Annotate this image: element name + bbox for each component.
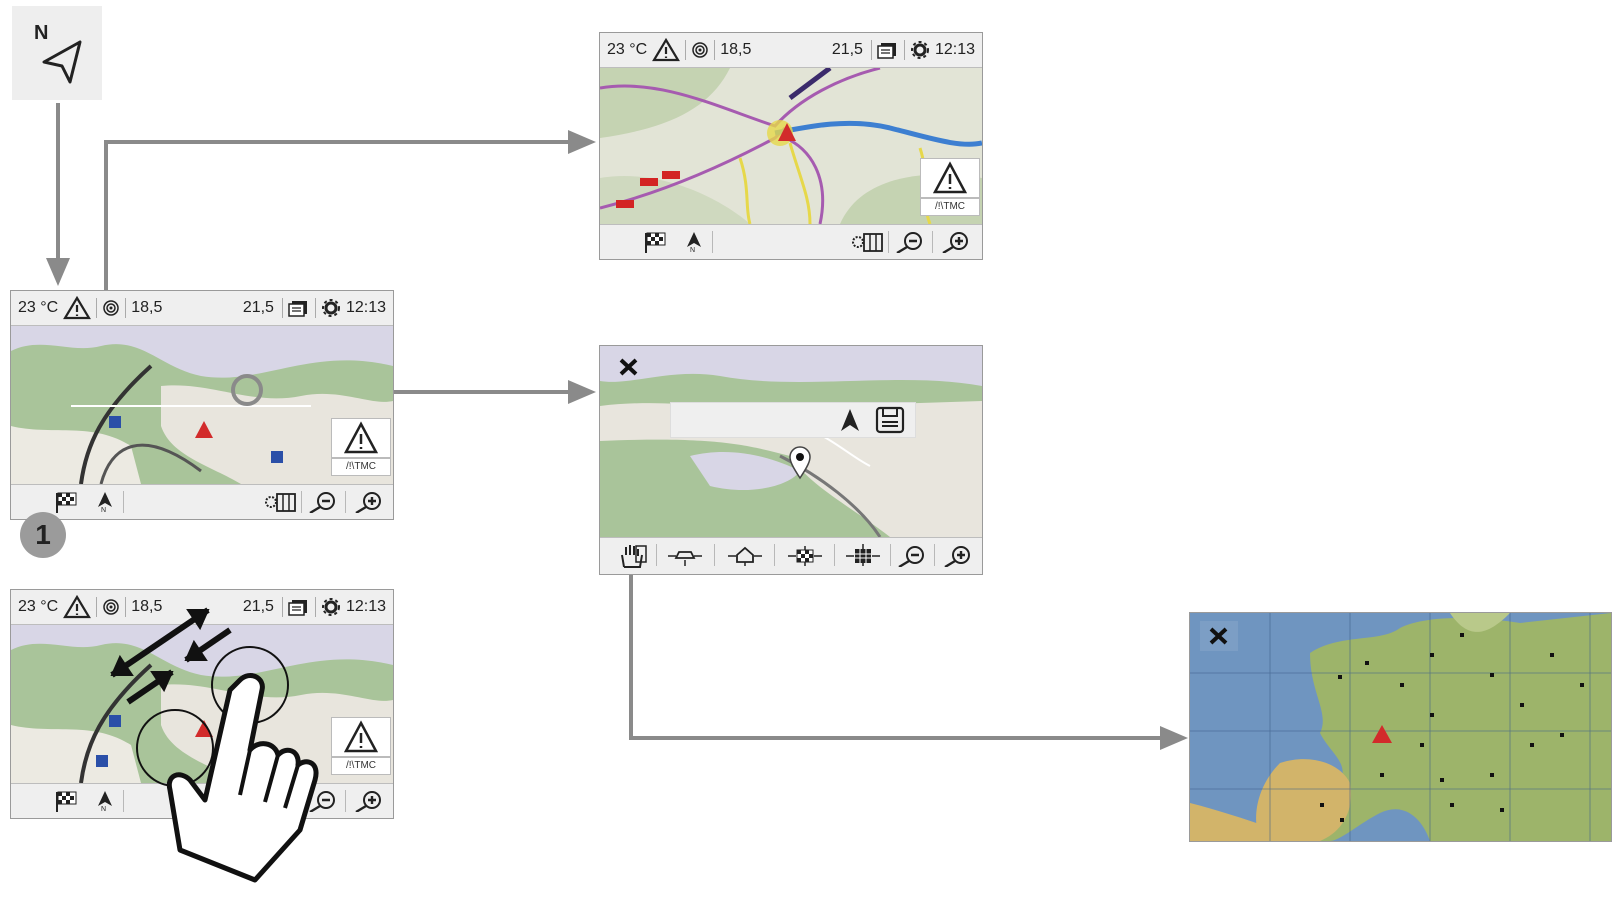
compass-tile[interactable]: N [12,6,102,100]
tmc-label: /!\TMC [920,198,980,216]
map-view[interactable] [600,346,982,538]
checkered-destination-icon[interactable] [786,544,824,566]
clock: 12:13 [934,41,975,58]
zoom-in-icon[interactable] [942,545,974,567]
point-toolbar [600,537,982,574]
zoom-out-icon[interactable] [307,491,339,513]
distance-left: 18,5 [131,299,163,316]
europe-map [1190,613,1611,841]
gps-signal-icon [103,300,119,316]
poi-marker[interactable] [271,451,283,463]
map-graphics [600,346,982,538]
clock: 12:13 [345,299,386,316]
warning-triangle-icon[interactable] [63,296,92,320]
europe-map-screen[interactable] [1189,612,1612,842]
zoom-out-icon[interactable] [894,231,926,253]
settings-gear-icon[interactable] [910,39,932,61]
traffic-warning-button[interactable] [920,158,980,198]
home-icon[interactable] [726,544,764,566]
traffic-warning-button[interactable] [331,418,391,458]
temperature: 23 °C [607,41,648,58]
step-badge-number: 1 [35,519,51,550]
nav-screen-main: 23 °C 18,5 21,5 12:13 /!\TMC N [10,290,394,520]
save-icon[interactable] [875,406,905,434]
settings-gear-icon[interactable] [321,297,343,319]
north-label: N [101,507,107,514]
temperature: 23 °C [18,299,59,316]
distance-left: 18,5 [720,41,752,58]
messages-icon[interactable] [288,299,310,317]
warning-triangle-icon[interactable] [652,38,681,62]
navigate-arrow-icon[interactable] [837,407,863,433]
map-toolbar: N [600,224,982,259]
location-pin-icon[interactable] [788,446,812,480]
nav-screen-point-detail [599,345,983,575]
status-bar: 23 °C 18,5 21,5 12:13 [600,33,982,68]
north-label: N [690,247,696,254]
zoom-in-icon[interactable] [353,491,385,513]
map-settings-icon[interactable] [850,231,884,253]
arrow-detail-to-europe [629,575,1180,740]
compass-north-icon [42,40,82,84]
messages-icon[interactable] [877,41,899,59]
status-bar: 23 °C 18,5 21,5 12:13 [11,291,393,326]
close-icon[interactable] [1204,621,1234,651]
checkered-flag-icon[interactable] [55,491,79,513]
zoom-in-icon[interactable] [940,231,972,253]
close-icon[interactable] [614,352,644,382]
pinch-gesture-illustration [110,607,319,883]
zoom-out-icon[interactable] [896,545,928,567]
warning-triangle-icon[interactable] [63,595,92,619]
hand-pan-icon[interactable] [618,543,648,569]
poi-marker[interactable] [109,416,121,428]
checkered-flag-icon[interactable] [55,790,79,812]
grid-waypoint-icon[interactable] [844,544,882,566]
map-settings-icon[interactable] [263,491,297,513]
distance-right: 21,5 [242,299,274,316]
nav-screen-north-up: 23 °C 18,5 21,5 12:13 /!\TMC N [599,32,983,260]
map-toolbar: N [11,484,393,519]
temperature: 23 °C [18,598,59,615]
warning-triangle-icon [932,161,968,194]
gps-signal-icon [692,42,708,58]
tmc-label: /!\TMC [331,458,391,476]
step-badge: 1 [20,512,66,558]
point-info-bar [670,402,916,438]
warning-triangle-icon [343,421,379,454]
distance-right: 21,5 [831,41,863,58]
car-poi-icon[interactable] [666,544,704,566]
checkered-flag-icon[interactable] [644,231,668,253]
